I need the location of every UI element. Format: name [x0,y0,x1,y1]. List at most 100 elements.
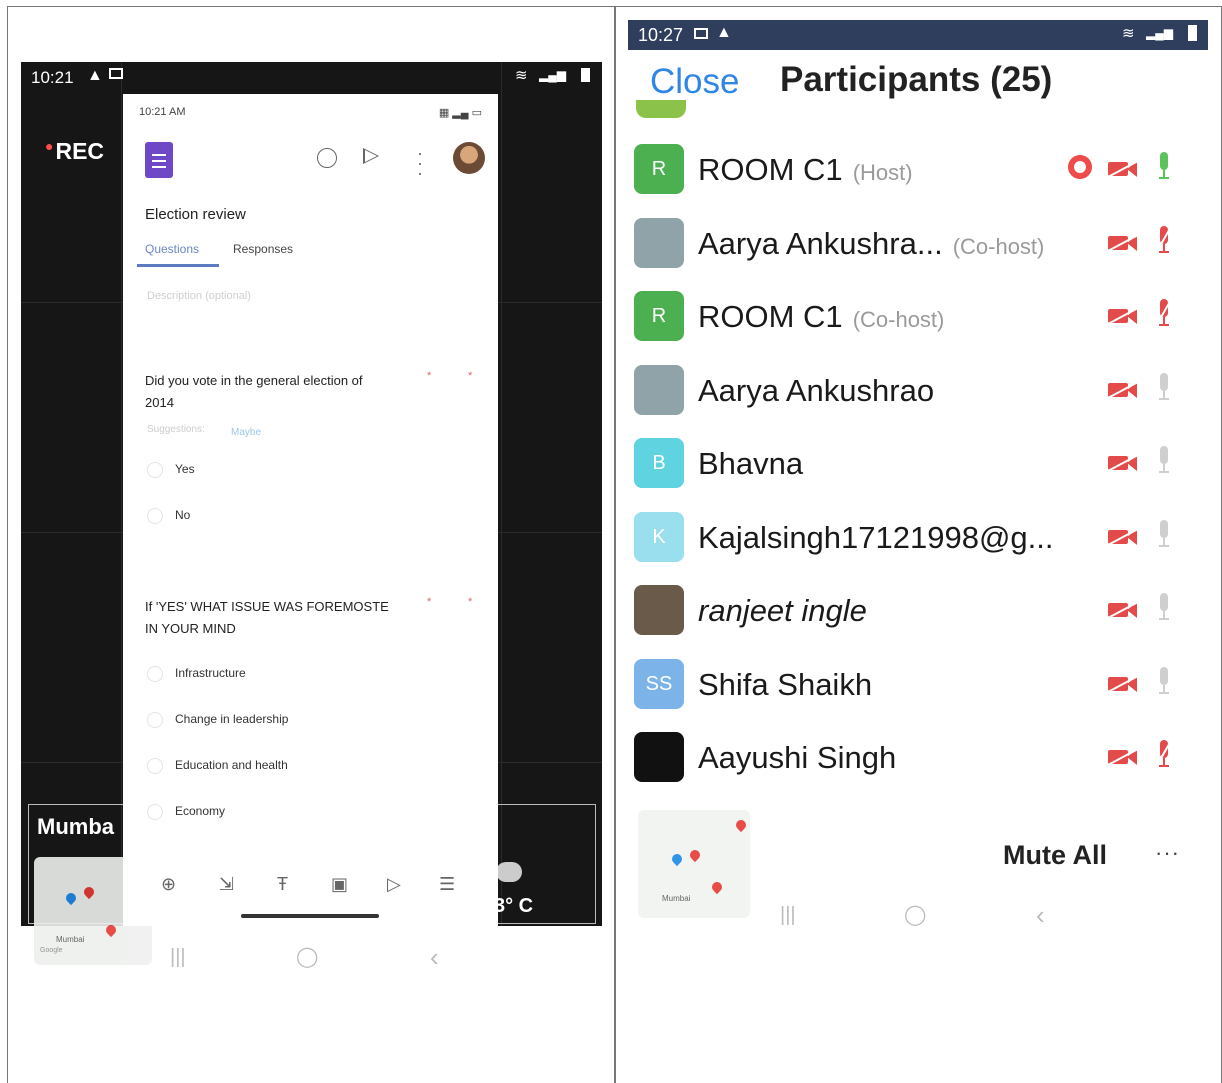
map-widget[interactable]: Mumbai [638,810,750,918]
participant-name: Aarya Ankushra... (Co-host) [698,225,1045,261]
question-2-text[interactable]: If 'YES' WHAT ISSUE WAS FOREMOSTE IN YOU… [145,596,425,640]
signal-icon: ▂▄▆ [539,68,566,82]
map-label: Mumbai [56,935,85,944]
description-input[interactable]: Description (optional) [147,290,251,302]
map-pin-icon [687,847,703,863]
radio-option[interactable] [147,804,163,820]
option-label[interactable]: Yes [175,462,195,476]
nav-home-button[interactable]: ◯ [904,902,926,927]
nav-home-button[interactable]: ◯ [296,944,318,969]
add-video-icon[interactable]: ▷ [387,874,401,895]
participant-avatar: K [634,511,684,562]
participant-row[interactable]: K Kajalsingh17121998@g... [634,506,1194,566]
nav-recents-button[interactable]: ||| [170,946,186,969]
image-icon [694,28,708,39]
form-title[interactable]: Election review [145,206,246,223]
import-questions-icon[interactable]: ⇲ [219,874,234,895]
option-label[interactable]: Education and health [175,758,288,772]
participant-row[interactable]: B Bhavna [634,432,1194,492]
add-question-icon[interactable]: ⊕ [161,874,176,895]
map-pin-icon [669,851,685,867]
participant-row[interactable]: ranjeet ingle [634,579,1194,639]
participant-avatar: B [634,438,684,488]
video-off-icon [1107,674,1139,693]
add-image-icon[interactable]: ▣ [331,874,348,895]
right-nav-bar: ||| ◯ ‹ [760,898,1080,932]
alert-icon: ▲ [87,67,103,84]
weather-cloud-icon [496,862,522,882]
suggestion-chip[interactable]: Maybe [231,427,261,438]
battery-icon [581,68,590,82]
participant-avatar [634,585,684,635]
image-icon [109,68,123,79]
active-tab-indicator [137,264,219,267]
required-toggle[interactable]: * [468,596,472,608]
participant-name: Aayushi Singh [698,740,897,775]
send-icon[interactable] [363,148,379,164]
option-label[interactable]: No [175,508,190,522]
recording-icon [1068,155,1092,179]
more-options-button[interactable]: ··· [1155,840,1180,866]
participant-name: Bhavna [698,446,804,481]
video-off-icon [1107,454,1139,472]
video-off-icon [1107,601,1139,619]
account-avatar[interactable] [453,142,485,174]
mute-all-button[interactable]: Mute All [1003,840,1107,871]
radio-option[interactable] [147,666,163,682]
participant-role: (Co-host) [952,233,1045,259]
participant-role: (Host) [852,160,913,185]
participant-row[interactable]: SS Shifa Shaikh [634,653,1194,713]
video-off-icon [1107,748,1139,766]
nav-recents-button[interactable]: ||| [780,904,796,927]
option-label[interactable]: Change in leadership [175,712,288,726]
participant-avatar [634,732,684,782]
close-button[interactable]: Close [650,62,739,102]
video-off-icon [1107,527,1139,546]
participant-avatar [634,364,684,415]
partial-avatar [636,100,686,118]
required-toggle[interactable]: * [468,370,472,382]
option-label[interactable]: Infrastructure [175,666,246,680]
option-label[interactable]: Economy [175,804,225,818]
more-vert-icon[interactable]: · · · [417,144,423,182]
participant-name: ROOM C1 (Co-host) [698,299,945,334]
radio-option[interactable] [147,712,163,728]
recording-indicator: ●REC [45,138,105,164]
mic-icon [1158,666,1170,697]
nav-back-button[interactable]: ‹ [430,942,439,973]
participant-name: ranjeet ingle [698,593,867,628]
forms-status-time: 10:21 AM [139,106,186,118]
question-1-text[interactable]: Did you vote in the general election of … [145,370,425,414]
participant-row[interactable]: R ROOM C1 (Co-host) [634,285,1194,345]
radio-option[interactable] [147,508,163,524]
tab-responses[interactable]: Responses [233,242,293,256]
participant-row[interactable]: Aarya Ankushra... (Co-host) [634,212,1194,272]
nav-back-button[interactable]: ‹ [1036,900,1045,931]
radio-option[interactable] [147,462,163,478]
participants-title: Participants (25) [780,60,1053,99]
video-off-icon [1107,380,1139,399]
signal-icon: ▂▄▆ [1146,26,1173,40]
palette-icon[interactable] [317,148,337,168]
video-off-icon [1107,307,1139,325]
mic-icon [1158,446,1170,476]
participant-name: Aarya Ankushrao [698,372,935,408]
participant-row[interactable]: R ROOM C1 (Host) [634,138,1194,198]
participant-row[interactable]: Aayushi Singh [634,726,1194,786]
map-pin-icon [709,879,725,895]
participant-name: ROOM C1 (Host) [698,152,913,187]
participant-role: (Co-host) [852,307,945,332]
participant-row[interactable]: Aarya Ankushrao [634,359,1194,419]
participant-avatar: SS [634,658,684,709]
gesture-home-bar[interactable] [241,914,379,918]
add-title-icon[interactable]: Ŧ [277,874,288,895]
tab-questions[interactable]: Questions [145,242,199,256]
record-dot-icon: ● [45,138,54,154]
radio-option[interactable] [147,758,163,774]
alert-icon: ▲ [716,24,732,41]
mic-icon [1158,372,1170,403]
weather-temperature: 3° C [494,895,534,917]
add-section-icon[interactable]: ☰ [439,874,455,895]
mic-icon [1158,519,1170,550]
map-pin-icon [63,890,79,906]
